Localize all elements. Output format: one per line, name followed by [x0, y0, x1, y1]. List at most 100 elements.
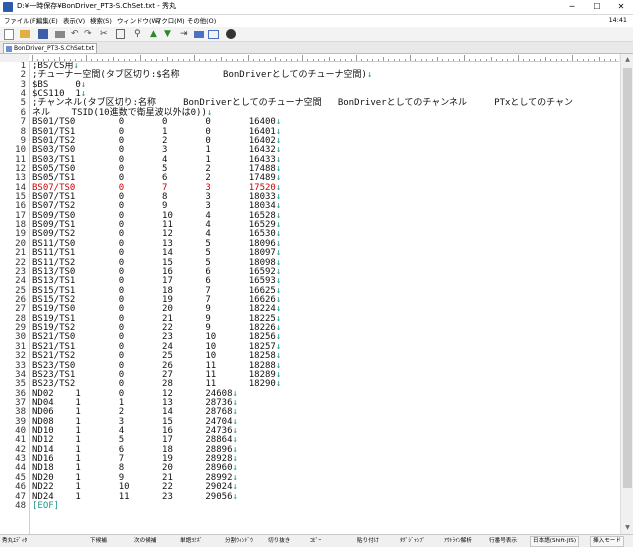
redo-icon[interactable]: ↷ [84, 29, 94, 39]
status-item[interactable]: 切り抜き [268, 536, 290, 544]
find-icon[interactable]: ⚲ [134, 29, 144, 39]
menu-other[interactable]: その他(O) [187, 16, 216, 25]
menu-view[interactable]: 表示(V) [63, 16, 85, 25]
jump-icon[interactable]: ⇥ [180, 29, 190, 39]
new-file-icon[interactable] [4, 29, 14, 40]
ruler-tick [172, 59, 174, 61]
ruler-tick [42, 59, 44, 61]
copy-icon[interactable] [116, 29, 125, 39]
menu-file[interactable]: ファイル(F) [4, 16, 38, 25]
ruler-tick [599, 57, 600, 61]
text-file-icon [6, 46, 12, 52]
ruler-tick [534, 59, 536, 61]
ruler-tick [609, 59, 611, 61]
ruler-tick [140, 55, 141, 61]
ruler-tick [248, 55, 249, 61]
window-title: D:¥一時保存¥BonDriver_PT3-S.ChSet.txt - 秀丸 [17, 2, 177, 10]
ruler-tick [53, 59, 55, 61]
ruler-tick [291, 59, 293, 61]
menu-window[interactable]: ウィンドウ(W) [117, 16, 160, 25]
app-icon [3, 2, 13, 12]
ruler-tick [404, 59, 406, 61]
ruler-tick [615, 59, 617, 61]
eof-marker: [EOF] [32, 500, 60, 511]
menu-macro[interactable]: マクロ(M) [155, 16, 185, 25]
ruler-tick [226, 59, 228, 61]
text-line[interactable]: [EOF] [32, 500, 60, 511]
ruler-tick [86, 55, 87, 61]
ruler-tick [512, 59, 514, 61]
find-next-icon[interactable]: ▼ [164, 29, 174, 39]
save-icon[interactable] [38, 29, 48, 39]
ruler-tick [323, 59, 325, 61]
ruler-tick [161, 59, 163, 61]
ruler-tick [318, 59, 320, 61]
status-item[interactable]: 貼り付け [357, 536, 379, 544]
title-bar: D:¥一時保存¥BonDriver_PT3-S.ChSet.txt - 秀丸 ─… [0, 0, 633, 15]
ruler-tick [383, 57, 384, 61]
ruler-tick [366, 59, 368, 61]
menu-edit[interactable]: 編集(E) [36, 16, 58, 25]
ruler-tick [588, 59, 590, 61]
text-editor[interactable]: 1 2 3 4 5 6 7 8 9 10 11 12 13 14 15 16 17 18 19 20 21 22 23 24 2… [0, 62, 620, 534]
vertical-scrollbar[interactable]: ▲ ▼ [620, 54, 633, 534]
ruler-tick [415, 59, 417, 61]
ruler-tick [199, 59, 201, 61]
status-item[interactable]: 単語ﾖﾐﾎﾞ [180, 536, 202, 544]
help-icon[interactable] [226, 29, 236, 39]
grep-icon[interactable] [194, 31, 204, 38]
status-item[interactable]: ｺﾋﾟｰ [310, 536, 321, 544]
ruler-tick [177, 59, 179, 61]
ruler-tick [285, 59, 287, 61]
close-button[interactable]: ✕ [609, 0, 633, 14]
tab-label: BonDriver_PT3-S.ChSet.txt [14, 45, 95, 52]
ruler-tick [555, 59, 557, 61]
ruler-tick [258, 59, 260, 61]
newline-mark: ↓ [366, 70, 373, 81]
ruler-tick [280, 59, 282, 61]
ruler-tick [604, 59, 606, 61]
find-prev-icon[interactable]: ▲ [150, 29, 160, 39]
status-item[interactable]: 次の候補 [134, 536, 156, 544]
line-text: ND24 1 11 23 29056 [32, 491, 233, 502]
status-item[interactable]: 行番号表示 [489, 536, 517, 544]
menu-search[interactable]: 検索(S) [90, 16, 112, 25]
open-icon[interactable] [20, 30, 30, 38]
ruler-tick [204, 59, 206, 61]
ruler-tick [420, 59, 422, 61]
ruler-tick [59, 57, 60, 61]
ruler-tick [561, 59, 563, 61]
ruler-tick [269, 59, 271, 61]
ruler-tick [393, 59, 395, 61]
scroll-up-icon[interactable]: ▲ [621, 54, 633, 66]
ruler-tick [469, 59, 471, 61]
ruler-tick [361, 59, 363, 61]
status-item[interactable]: ﾀｸﾞｼﾞｬﾝﾌﾟ [400, 536, 425, 544]
status-item[interactable]: 下候補 [90, 536, 107, 544]
status-item[interactable]: ｱｳﾄﾗｲﾝ解析 [444, 536, 472, 544]
ruler-tick [582, 59, 584, 61]
ruler-tick [577, 59, 579, 61]
undo-icon[interactable]: ↶ [71, 29, 81, 39]
status-item[interactable]: 日本語(Shift-JIS) [530, 536, 580, 547]
scroll-down-icon[interactable]: ▼ [621, 522, 633, 534]
print-icon[interactable] [55, 31, 65, 38]
column-ruler [29, 54, 619, 62]
text-line[interactable]: ND24 1 11 23 29056↓ [32, 491, 238, 502]
scroll-thumb[interactable] [623, 68, 632, 488]
status-item[interactable]: 挿入モード [590, 536, 624, 547]
maximize-button[interactable]: ☐ [585, 0, 609, 14]
line-number-gutter: 1 2 3 4 5 6 7 8 9 10 11 12 13 14 15 16 17 18 19 20 21 22 23 24 2… [0, 62, 30, 534]
status-item[interactable]: 分割ｳｨﾝﾄﾞｳ [225, 536, 253, 544]
ruler-tick [496, 59, 498, 61]
newline-mark: ↓ [275, 379, 282, 390]
tab-bar: BonDriver_PT3-S.ChSet.txt [0, 42, 633, 54]
window-icon[interactable] [208, 30, 219, 39]
cut-icon[interactable]: ✂ [100, 29, 110, 39]
ruler-tick [485, 59, 487, 61]
ruler-tick [372, 59, 374, 61]
minimize-button[interactable]: ─ [560, 0, 584, 14]
tab-file[interactable]: BonDriver_PT3-S.ChSet.txt [3, 43, 97, 53]
ruler-tick [480, 59, 482, 61]
ruler-tick [458, 59, 460, 61]
